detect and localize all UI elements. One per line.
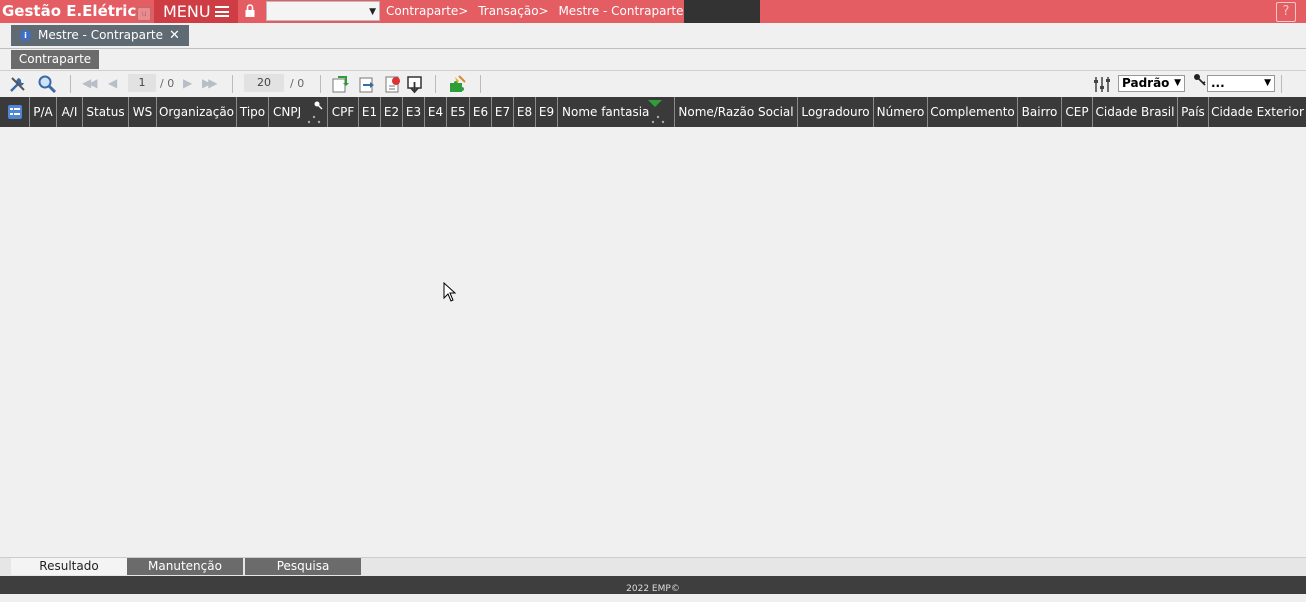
page-current-input[interactable]: 1 xyxy=(128,74,156,92)
app-title: Gestão E.Elétrica xyxy=(2,2,147,20)
lock-icon xyxy=(245,4,255,17)
column-header[interactable]: Logradouro xyxy=(798,97,874,127)
grid-body[interactable] xyxy=(0,127,1306,556)
column-header[interactable]: Status xyxy=(83,97,129,127)
column-header[interactable]: E6 xyxy=(470,97,492,127)
search-key-icon xyxy=(314,101,323,110)
hamburger-icon xyxy=(215,6,229,17)
chevron-down-icon: ▼ xyxy=(1174,78,1181,88)
grid-header: P/A A/I Status WS Organização Tipo CNPJ … xyxy=(0,97,1306,127)
tab-title: Mestre - Contraparte xyxy=(38,28,164,42)
column-header[interactable]: E2 xyxy=(381,97,403,127)
footer-copyright: 2022 EMP© xyxy=(0,576,1306,594)
help-button[interactable]: ? xyxy=(1276,2,1296,22)
column-header[interactable]: País xyxy=(1178,97,1209,127)
column-header[interactable]: CEP xyxy=(1062,97,1093,127)
column-header[interactable]: E3 xyxy=(403,97,425,127)
sliders-icon[interactable] xyxy=(1092,74,1112,94)
tools-icon[interactable] xyxy=(8,74,28,94)
column-header[interactable]: E5 xyxy=(447,97,470,127)
tab-mestre-contraparte[interactable]: i Mestre - Contraparte ✕ xyxy=(11,25,189,46)
column-header[interactable]: Tipo xyxy=(237,97,269,127)
breadcrumb: Contraparte> Transação> Mestre - Contrap… xyxy=(386,0,700,23)
breadcrumb-item[interactable]: Transação> xyxy=(478,4,548,18)
tab-pesquisa[interactable]: Pesquisa xyxy=(245,558,361,575)
page-total: / 0 xyxy=(160,77,175,90)
filter-active-icon xyxy=(648,100,662,107)
column-header[interactable]: E7 xyxy=(492,97,514,127)
chevron-down-icon: ▼ xyxy=(369,7,376,17)
print-icon[interactable] xyxy=(383,74,403,94)
toolbar-divider xyxy=(1281,75,1282,93)
key-icon xyxy=(1194,74,1206,86)
toolbar-divider xyxy=(320,75,321,93)
tab-contraparte[interactable]: Contraparte xyxy=(11,50,99,69)
download-icon[interactable] xyxy=(405,74,425,94)
lock-button[interactable] xyxy=(238,0,263,23)
column-header-label: CNPJ xyxy=(273,105,302,119)
view-select[interactable]: Padrão ▼ xyxy=(1118,75,1185,92)
select-all-button[interactable] xyxy=(0,97,30,127)
column-header[interactable]: A/I xyxy=(57,97,83,127)
menu-label: MENU xyxy=(163,2,211,21)
column-header-nome-fantasia[interactable]: Nome fantasia xyxy=(558,97,675,127)
size-total: / 0 xyxy=(290,77,305,90)
column-header[interactable]: CPF xyxy=(328,97,359,127)
column-header[interactable]: P/A xyxy=(30,97,57,127)
grid-toolbar: ◀◀ ◀ 1 / 0 ▶ ▶▶ 20 / 0 Padrão ▼ ... ▼ xyxy=(0,70,1306,97)
toolbar-divider xyxy=(435,75,436,93)
tab-manutencao[interactable]: Manutenção xyxy=(127,558,243,575)
chevron-down-icon: ▼ xyxy=(1264,78,1271,88)
first-page-icon[interactable]: ◀◀ xyxy=(82,76,98,90)
info-icon: i xyxy=(20,30,31,41)
column-header[interactable]: Nome/Razão Social xyxy=(675,97,798,127)
filter-select[interactable]: ... ▼ xyxy=(1207,75,1275,92)
top-bar: Gestão E.Elétrica u MENU ▼ Contraparte> … xyxy=(0,0,1306,23)
refresh-icon[interactable] xyxy=(330,74,350,94)
column-header[interactable]: E1 xyxy=(359,97,381,127)
prev-page-icon[interactable]: ◀ xyxy=(108,76,117,90)
column-header[interactable]: E4 xyxy=(425,97,447,127)
module-select[interactable]: ▼ xyxy=(266,1,380,21)
toolbar-divider xyxy=(232,75,233,93)
column-header[interactable]: E9 xyxy=(536,97,558,127)
sort-icon xyxy=(307,115,321,124)
search-icon[interactable] xyxy=(37,74,57,94)
last-page-icon[interactable]: ▶▶ xyxy=(202,76,218,90)
tab-resultado[interactable]: Resultado xyxy=(11,558,127,575)
document-tabstrip: i Mestre - Contraparte ✕ xyxy=(0,23,1306,49)
column-header[interactable]: Número xyxy=(874,97,928,127)
bottom-tabbar: Resultado Manutenção Pesquisa xyxy=(0,557,1306,576)
next-page-icon[interactable]: ▶ xyxy=(183,76,192,90)
sort-icon xyxy=(651,115,665,124)
column-header[interactable]: Cidade Brasil xyxy=(1093,97,1178,127)
header-spacer xyxy=(684,0,760,23)
column-header[interactable]: Organização xyxy=(157,97,237,127)
column-header[interactable]: Complemento xyxy=(928,97,1018,127)
filter-select-value: ... xyxy=(1211,76,1225,90)
close-icon[interactable]: ✕ xyxy=(169,25,180,46)
app-badge-icon[interactable]: u xyxy=(137,7,151,21)
puzzle-icon[interactable] xyxy=(447,74,467,94)
breadcrumb-item[interactable]: Mestre - Contraparte> xyxy=(558,4,693,18)
export-icon[interactable] xyxy=(357,74,377,94)
view-select-value: Padrão xyxy=(1122,76,1170,90)
column-header[interactable]: E8 xyxy=(514,97,536,127)
page-size-input[interactable]: 20 xyxy=(244,74,284,92)
breadcrumb-item[interactable]: Contraparte> xyxy=(386,4,468,18)
column-header-label: Nome fantasia xyxy=(562,105,650,119)
column-header[interactable]: Cidade Exterior xyxy=(1209,97,1306,127)
toolbar-divider xyxy=(480,75,481,93)
toolbar-divider xyxy=(70,75,71,93)
menu-button[interactable]: MENU xyxy=(154,0,238,23)
column-header[interactable]: Bairro xyxy=(1018,97,1062,127)
column-header[interactable]: WS xyxy=(129,97,157,127)
grid-menu-icon xyxy=(7,105,22,119)
mouse-cursor-icon xyxy=(443,282,457,302)
column-header-cnpj[interactable]: CNPJ xyxy=(269,97,328,127)
